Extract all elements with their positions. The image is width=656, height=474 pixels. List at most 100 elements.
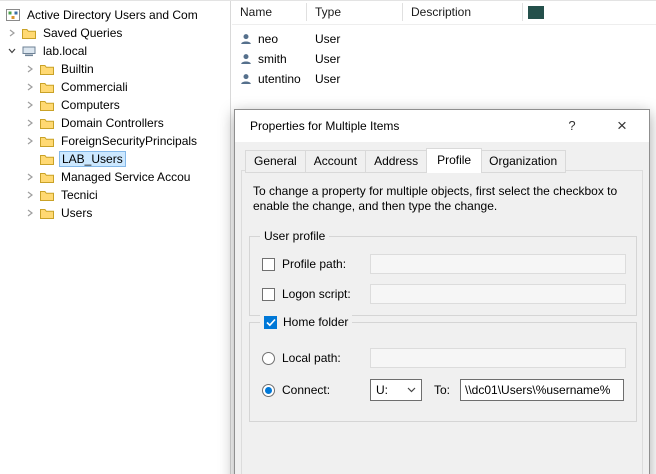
- chevron-right-icon[interactable]: [25, 172, 35, 182]
- tab-strip: General Account Address Profile Organiza…: [245, 148, 566, 173]
- column-resize-handle[interactable]: [522, 3, 523, 21]
- tree-item-lab-users[interactable]: LAB_Users: [0, 150, 230, 168]
- chevron-right-icon[interactable]: [25, 100, 35, 110]
- user-profile-group-label: User profile: [260, 229, 329, 243]
- folder-icon: [22, 28, 36, 39]
- tree-item-label: Builtin: [59, 62, 96, 76]
- cell-name: utentino: [258, 72, 301, 86]
- tree-item-lab-local[interactable]: lab.local: [0, 42, 230, 60]
- chevron-down-icon: [407, 387, 416, 393]
- close-button[interactable]: ×: [607, 110, 637, 141]
- intro-text: To change a property for multiple object…: [253, 184, 633, 214]
- list-row-smith[interactable]: smith User: [232, 49, 656, 69]
- chevron-right-icon[interactable]: [25, 190, 35, 200]
- tree-item-label: Tecnici: [59, 188, 100, 202]
- tree-item-label-selected: LAB_Users: [59, 151, 126, 167]
- logon-script-label[interactable]: Logon script:: [282, 287, 351, 301]
- cell-type: User: [315, 52, 340, 66]
- chevron-down-icon[interactable]: [7, 47, 17, 55]
- profile-path-row: Profile path:: [262, 253, 628, 275]
- chevron-right-icon[interactable]: [25, 208, 35, 218]
- user-icon: [240, 53, 252, 65]
- chevron-right-icon[interactable]: [25, 82, 35, 92]
- user-icon: [240, 73, 252, 85]
- cell-type: User: [315, 72, 340, 86]
- connect-label[interactable]: Connect:: [282, 383, 330, 397]
- connect-radio[interactable]: [262, 384, 275, 397]
- tree-item-label: Managed Service Accou: [59, 170, 192, 184]
- home-folder-group: Home folder Local path: Connect: U: To:: [249, 322, 637, 422]
- folder-icon: [40, 208, 54, 219]
- tree-item-label: Commerciali: [59, 80, 130, 94]
- tree-item-label: Saved Queries: [41, 26, 124, 40]
- home-path-input[interactable]: [460, 379, 624, 401]
- drive-select-value: U:: [376, 383, 388, 397]
- logon-script-input: [370, 284, 626, 304]
- aduc-window: Active Directory Users and Com Saved Que…: [0, 0, 656, 474]
- local-path-radio[interactable]: [262, 352, 275, 365]
- chevron-right-icon[interactable]: [25, 64, 35, 74]
- tree-item-label: Domain Controllers: [59, 116, 166, 130]
- profile-path-checkbox[interactable]: [262, 258, 275, 271]
- dialog-title: Properties for Multiple Items: [250, 119, 399, 133]
- column-resize-handle[interactable]: [306, 3, 307, 21]
- local-path-label[interactable]: Local path:: [282, 351, 341, 365]
- folder-icon: [40, 136, 54, 147]
- tree-item-builtin[interactable]: Builtin: [0, 60, 230, 78]
- chevron-right-icon[interactable]: [25, 136, 35, 146]
- properties-dialog: Properties for Multiple Items ? × Genera…: [234, 109, 650, 474]
- column-header-type[interactable]: Type: [315, 5, 341, 19]
- connect-row: Connect: U: To:: [262, 379, 628, 401]
- folder-icon: [40, 190, 54, 201]
- column-header-description[interactable]: Description: [411, 5, 471, 19]
- logon-script-checkbox[interactable]: [262, 288, 275, 301]
- cell-name: neo: [258, 32, 278, 46]
- column-header-name[interactable]: Name: [240, 5, 272, 19]
- tree-item-label: Users: [59, 206, 94, 220]
- local-path-input: [370, 348, 626, 368]
- console-tree-panel: Active Directory Users and Com Saved Que…: [0, 1, 231, 474]
- active-directory-icon: [6, 9, 20, 21]
- list-row-utentino[interactable]: utentino User: [232, 69, 656, 89]
- folder-icon: [40, 118, 54, 129]
- help-button[interactable]: ?: [557, 110, 587, 141]
- check-icon: [266, 318, 276, 327]
- home-folder-label[interactable]: Home folder: [283, 315, 348, 329]
- chevron-right-icon[interactable]: [25, 118, 35, 128]
- tree-item-computers[interactable]: Computers: [0, 96, 230, 114]
- tree-item-root[interactable]: Active Directory Users and Com: [0, 6, 230, 24]
- tree-item-tecnici[interactable]: Tecnici: [0, 186, 230, 204]
- profile-path-label[interactable]: Profile path:: [282, 257, 346, 271]
- column-resize-handle[interactable]: [402, 3, 403, 21]
- cell-name: smith: [258, 52, 287, 66]
- drive-select[interactable]: U:: [370, 379, 422, 401]
- tree-item-domain-controllers[interactable]: Domain Controllers: [0, 114, 230, 132]
- folder-icon: [40, 100, 54, 111]
- cell-type: User: [315, 32, 340, 46]
- folder-icon: [40, 154, 54, 165]
- profile-path-input: [370, 254, 626, 274]
- tree-item-commerciali[interactable]: Commerciali: [0, 78, 230, 96]
- tab-organization[interactable]: Organization: [481, 150, 566, 173]
- tree-item-label: Active Directory Users and Com: [25, 8, 200, 22]
- header-dark-square: [528, 6, 544, 19]
- chevron-right-icon[interactable]: [7, 28, 17, 38]
- tree-item-managed-service-accounts[interactable]: Managed Service Accou: [0, 168, 230, 186]
- tree-item-saved-queries[interactable]: Saved Queries: [0, 24, 230, 42]
- list-row-neo[interactable]: neo User: [232, 29, 656, 49]
- home-folder-checkbox[interactable]: [264, 316, 277, 329]
- user-icon: [240, 33, 252, 45]
- folder-icon: [40, 64, 54, 75]
- dialog-titlebar[interactable]: Properties for Multiple Items ? ×: [235, 110, 649, 142]
- tab-general[interactable]: General: [245, 150, 306, 173]
- tree-item-users[interactable]: Users: [0, 204, 230, 222]
- to-label: To:: [434, 383, 450, 397]
- tab-address[interactable]: Address: [366, 150, 427, 173]
- folder-icon: [40, 172, 54, 183]
- tree-item-foreignsecurityprincipals[interactable]: ForeignSecurityPrincipals: [0, 132, 230, 150]
- domain-icon: [22, 46, 36, 57]
- tab-profile[interactable]: Profile: [426, 148, 482, 173]
- tab-account[interactable]: Account: [306, 150, 366, 173]
- home-folder-group-label[interactable]: Home folder: [260, 315, 352, 329]
- list-header: Name Type Description: [232, 1, 656, 25]
